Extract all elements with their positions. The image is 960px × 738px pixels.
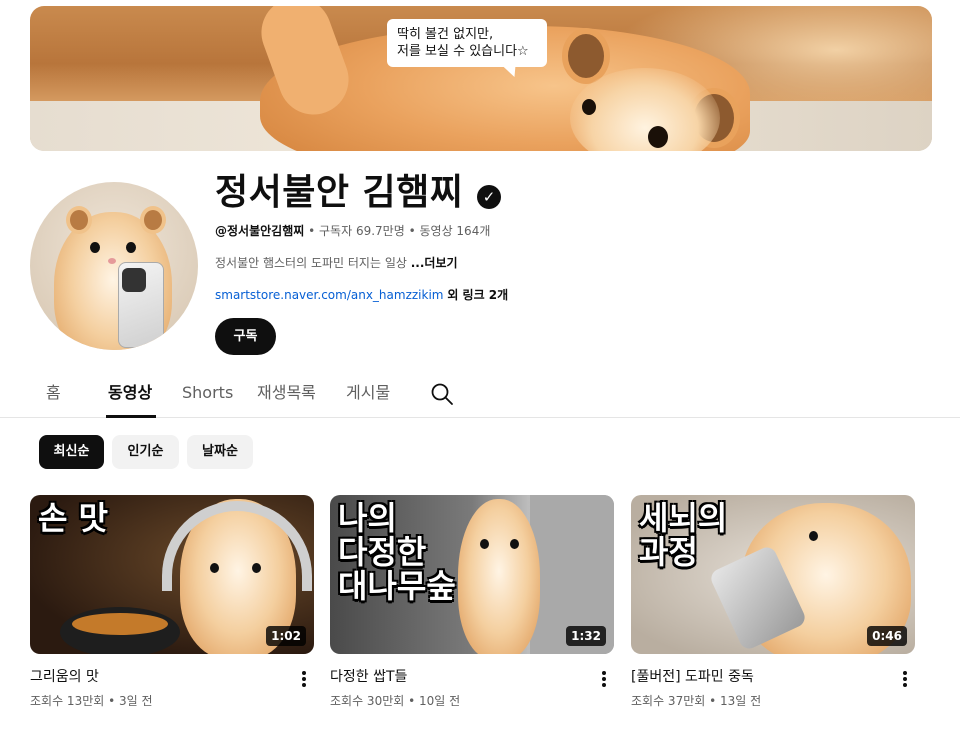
meta-separator: • <box>709 694 717 708</box>
more-options-icon[interactable] <box>901 669 909 689</box>
banner-hamster-eye <box>648 126 668 148</box>
channel-links: smartstore.naver.com/anx_hamzzikim 외 링크 … <box>215 287 508 303</box>
chip-popular[interactable]: 인기순 <box>112 435 179 469</box>
banner-hamster-eye <box>582 99 596 115</box>
thumbnail-headphones <box>162 501 312 591</box>
thumbnail-stew <box>72 613 168 635</box>
thumbnail-hamster <box>458 499 540 654</box>
thumbnail-caption: 세뇌의 과정 <box>639 499 728 571</box>
more-link[interactable]: ...더보기 <box>411 256 458 270</box>
channel-handle: @정서불안김햄찌 <box>215 224 305 238</box>
channel-banner: 딱히 볼건 없지만, 저를 보실 수 있습니다☆ <box>30 6 932 151</box>
tab-home[interactable]: 홈 <box>46 382 61 404</box>
speech-bubble-line: 딱히 볼건 없지만, <box>397 27 494 42</box>
upload-age: 10일 전 <box>419 694 461 708</box>
meta-separator: • <box>308 224 316 238</box>
meta-separator: • <box>108 694 116 708</box>
tab-posts[interactable]: 게시물 <box>346 382 390 404</box>
view-count: 조회수 37만회 <box>631 694 706 708</box>
meta-separator: • <box>408 694 416 708</box>
video-card[interactable]: 손 맛 1:02 그리움의 맛 조회수 13만회 • 3일 전 <box>30 495 314 708</box>
speech-bubble-line: 저를 보실 수 있습니다☆ <box>397 44 529 59</box>
channel-description[interactable]: 정서불안 햄스터의 도파민 터지는 일상 ...더보기 <box>215 255 458 271</box>
thumbnail-hamster-eye <box>809 531 818 541</box>
subscriber-count: 구독자 69.7만명 <box>319 224 405 238</box>
chip-latest[interactable]: 최신순 <box>39 435 104 469</box>
upload-age: 13일 전 <box>720 694 762 708</box>
avatar-hamster-eye <box>126 242 136 253</box>
thumbnail-caption: 손 맛 <box>38 499 109 537</box>
video-duration: 0:46 <box>867 626 907 646</box>
channel-tabs: 홈 동영상 Shorts 재생목록 게시물 <box>0 372 960 418</box>
video-count: 동영상 164개 <box>419 224 491 238</box>
external-link[interactable]: smartstore.naver.com/anx_hamzzikim <box>215 288 443 302</box>
avatar-hamster-nose <box>108 258 116 264</box>
more-links[interactable]: 외 링크 2개 <box>447 288 508 302</box>
video-title[interactable]: 다정한 쌉T들 <box>330 667 407 687</box>
more-options-icon[interactable] <box>600 669 608 689</box>
view-count: 조회수 13만회 <box>30 694 105 708</box>
active-tab-indicator <box>106 415 156 418</box>
video-card[interactable]: 세뇌의 과정 0:46 [풀버전] 도파민 중독 조회수 37만회 • 13일 … <box>631 495 915 708</box>
more-options-icon[interactable] <box>300 669 308 689</box>
search-icon[interactable] <box>430 382 454 406</box>
tab-playlists[interactable]: 재생목록 <box>257 382 316 404</box>
channel-avatar[interactable] <box>30 182 198 350</box>
avatar-hamster-eye <box>90 242 100 253</box>
video-card[interactable]: 나의 다정한 대나무숲 1:32 다정한 쌉T들 조회수 30만회 • 10일 … <box>330 495 614 708</box>
video-thumbnail[interactable]: 나의 다정한 대나무숲 1:32 <box>330 495 614 654</box>
avatar-hamster-ear <box>140 206 166 234</box>
chip-oldest[interactable]: 날짜순 <box>187 435 253 469</box>
tab-videos[interactable]: 동영상 <box>108 382 152 404</box>
video-duration: 1:32 <box>566 626 606 646</box>
video-thumbnail[interactable]: 세뇌의 과정 0:46 <box>631 495 915 654</box>
video-thumbnail[interactable]: 손 맛 1:02 <box>30 495 314 654</box>
thumbnail-hamster-eye <box>510 539 519 549</box>
video-meta: 조회수 37만회 • 13일 전 <box>631 693 761 709</box>
avatar-hamster-ear <box>66 206 92 234</box>
video-meta: 조회수 30만회 • 10일 전 <box>330 693 460 709</box>
thumbnail-hamster-eye <box>480 539 489 549</box>
thumbnail-caption: 나의 다정한 대나무숲 <box>338 499 456 605</box>
view-count: 조회수 30만회 <box>330 694 405 708</box>
verified-check-icon: ✓ <box>477 185 501 209</box>
subscribe-button[interactable]: 구독 <box>215 318 276 355</box>
video-title[interactable]: 그리움의 맛 <box>30 667 99 687</box>
meta-separator: • <box>408 224 416 238</box>
tab-shorts[interactable]: Shorts <box>182 382 233 404</box>
channel-name: 정서불안 김햄찌 <box>215 172 464 213</box>
avatar-phone-camera <box>122 268 146 292</box>
channel-meta: @정서불안김햄찌 • 구독자 69.7만명 • 동영상 164개 <box>215 223 490 239</box>
video-meta: 조회수 13만회 • 3일 전 <box>30 693 153 709</box>
banner-speech-bubble: 딱히 볼건 없지만, 저를 보실 수 있습니다☆ <box>387 19 547 67</box>
thumbnail-hamster-eye <box>210 563 219 573</box>
thumbnail-hamster-eye <box>252 563 261 573</box>
upload-age: 3일 전 <box>119 694 153 708</box>
video-title[interactable]: [풀버전] 도파민 중독 <box>631 667 754 687</box>
description-text: 정서불안 햄스터의 도파민 터지는 일상 <box>215 256 407 270</box>
video-duration: 1:02 <box>266 626 306 646</box>
